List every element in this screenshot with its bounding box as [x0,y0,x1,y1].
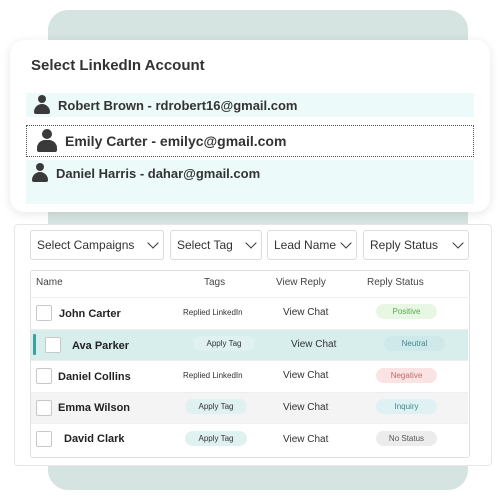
column-header-reply-status: Reply Status [367,277,424,288]
account-option-label: Robert Brown - rdrobert16@gmail.com [58,97,298,113]
account-option-daniel-harris[interactable]: Daniel Harris - dahar@gmail.com [26,160,474,204]
view-chat-link[interactable]: View Chat [283,402,328,413]
column-header-tags: Tags [204,277,226,288]
campaigns-dropdown[interactable]: Select Campaigns [30,230,164,260]
row-selection-indicator [33,334,36,355]
row-checkbox[interactable] [36,400,52,416]
status-badge: Neutral [384,336,445,351]
person-icon [37,129,57,153]
status-badge: Inquiry [376,399,437,414]
column-header-view-reply: View Reply [276,277,326,288]
view-chat-link[interactable]: View Chat [291,339,336,350]
chevron-down-icon [245,237,257,249]
view-chat-link[interactable]: View Chat [283,307,328,318]
row-checkbox[interactable] [36,305,52,321]
row-checkbox[interactable] [45,337,61,353]
apply-tag-button[interactable]: Apply Tag [185,431,247,446]
status-badge: Positive [376,304,437,319]
lead-tag: Replied LinkedIn [183,308,243,317]
person-icon [34,95,50,115]
tag-dropdown-label: Select Tag [177,238,233,252]
lead-name-dropdown[interactable]: Lead Name [267,230,357,260]
person-icon [32,163,48,183]
reply-status-dropdown-label: Reply Status [370,238,439,252]
account-option-emily-carter[interactable]: Emily Carter - emilyc@gmail.com [26,125,474,157]
account-option-label: Daniel Harris - dahar@gmail.com [56,165,261,181]
row-checkbox[interactable] [36,431,52,447]
row-checkbox[interactable] [36,368,52,384]
lead-tag: Replied LinkedIn [183,371,243,380]
lead-name: John Carter [59,308,121,320]
view-chat-link[interactable]: View Chat [283,370,328,381]
chevron-down-icon [452,237,464,249]
column-header-name: Name [36,277,63,288]
tag-dropdown[interactable]: Select Tag [170,230,262,260]
lead-name: David Clark [64,433,125,445]
linkedin-account-panel: Select LinkedIn Account Robert Brown - r… [10,40,490,212]
account-option-robert-brown[interactable]: Robert Brown - rdrobert16@gmail.com [26,93,474,117]
lead-name: Ava Parker [72,340,130,352]
apply-tag-button[interactable]: Apply Tag [193,336,255,351]
chevron-down-icon [340,237,352,249]
apply-tag-button[interactable]: Apply Tag [185,399,247,414]
view-chat-link[interactable]: View Chat [283,434,328,445]
account-panel-title: Select LinkedIn Account [31,57,205,74]
account-option-label: Emily Carter - emilyc@gmail.com [65,133,287,149]
status-badge: No Status [376,431,437,446]
chevron-down-icon [147,237,159,249]
reply-status-dropdown[interactable]: Reply Status [363,230,469,260]
lead-name: Emma Wilson [58,402,131,414]
campaigns-dropdown-label: Select Campaigns [37,238,135,252]
status-badge: Negative [376,368,437,383]
lead-name: Daniel Collins [58,371,131,383]
lead-name-dropdown-label: Lead Name [274,238,337,252]
